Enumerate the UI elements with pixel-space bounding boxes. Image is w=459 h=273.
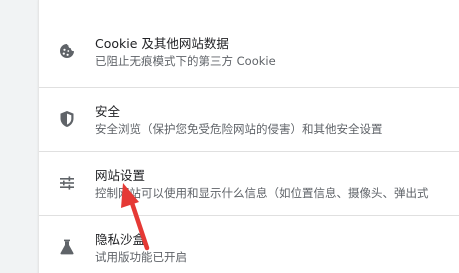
- privacy-sandbox-row-subtitle: 试用版功能已开启: [95, 250, 187, 264]
- cookie-icon: [57, 41, 77, 61]
- site-settings-row-title: 网站设置: [95, 168, 146, 183]
- settings-page: Cookie 及其他网站数据 已阻止无痕模式下的第三方 Cookie 安全 安全…: [0, 0, 459, 273]
- sliders-icon: [57, 173, 77, 193]
- flask-icon: [57, 237, 77, 257]
- site-settings-row[interactable]: 网站设置 控制网站可以使用和显示什么信息（如位置信息、摄像头、弹出式: [39, 152, 459, 214]
- security-row-title: 安全: [95, 104, 121, 119]
- cookies-settings-row[interactable]: Cookie 及其他网站数据 已阻止无痕模式下的第三方 Cookie: [39, 20, 459, 82]
- privacy-sandbox-row[interactable]: 隐私沙盒 试用版功能已开启: [39, 216, 459, 273]
- cookies-row-subtitle: 已阻止无痕模式下的第三方 Cookie: [95, 54, 276, 68]
- cookies-row-title: Cookie 及其他网站数据: [95, 36, 229, 51]
- security-row-subtitle: 安全浏览（保护您免受危险网站的侵害）和其他安全设置: [95, 122, 383, 136]
- shield-icon: [57, 109, 77, 129]
- privacy-sandbox-row-title: 隐私沙盒: [95, 232, 146, 247]
- security-settings-row[interactable]: 安全 安全浏览（保护您免受危险网站的侵害）和其他安全设置: [39, 88, 459, 150]
- privacy-security-card: Cookie 及其他网站数据 已阻止无痕模式下的第三方 Cookie 安全 安全…: [38, 0, 459, 273]
- site-settings-row-subtitle: 控制网站可以使用和显示什么信息（如位置信息、摄像头、弹出式: [95, 186, 429, 200]
